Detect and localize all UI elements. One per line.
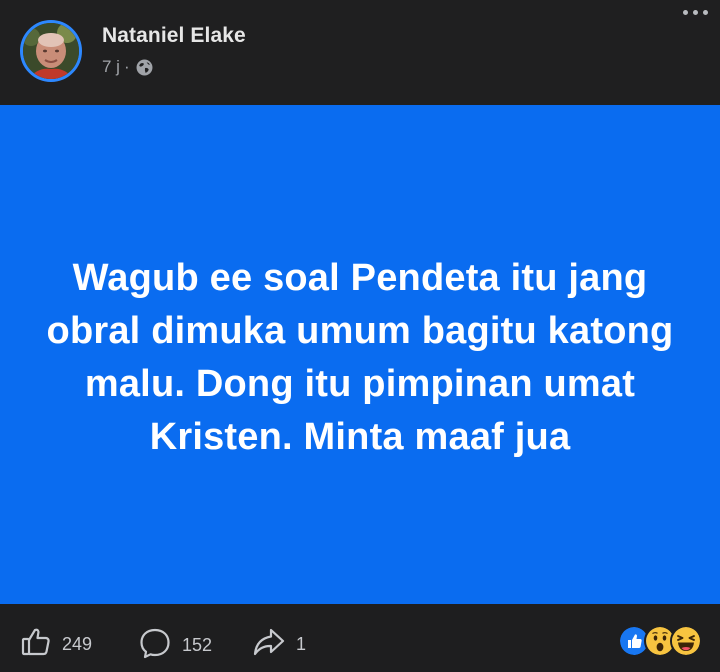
globe-icon <box>136 59 153 76</box>
like-button[interactable]: 249 <box>20 626 92 663</box>
comment-count: 152 <box>182 635 213 655</box>
share-button[interactable]: 1 <box>252 626 306 663</box>
post-footer: 249 152 1 <box>0 604 720 672</box>
thumbs-up-icon <box>20 626 52 663</box>
comment-button[interactable]: 152 <box>138 626 212 665</box>
post-time[interactable]: 7 j <box>102 57 120 77</box>
post-meta: 7 j · <box>102 57 153 77</box>
meta-separator: · <box>123 57 130 76</box>
avatar-image <box>23 23 79 79</box>
post-content[interactable]: Wagub ee soal Pendeta itu jang obral dim… <box>0 105 720 604</box>
post-card: Nataniel Elake 7 j · Wagub ee soal Pende… <box>0 0 720 672</box>
author-name[interactable]: Nataniel Elake <box>102 24 246 48</box>
dot <box>693 10 698 15</box>
post-header: Nataniel Elake 7 j · <box>0 0 720 105</box>
dot <box>683 10 688 15</box>
more-options-icon[interactable] <box>683 10 708 15</box>
reactions-summary[interactable] <box>618 625 702 657</box>
like-count: 249 <box>62 634 93 654</box>
dot <box>703 10 708 15</box>
comment-icon <box>138 626 172 665</box>
share-arrow-icon <box>252 626 286 663</box>
haha-reaction-icon <box>670 625 702 657</box>
post-text: Wagub ee soal Pendeta itu jang obral dim… <box>46 256 674 458</box>
avatar[interactable] <box>20 20 82 82</box>
share-count: 1 <box>296 634 307 654</box>
